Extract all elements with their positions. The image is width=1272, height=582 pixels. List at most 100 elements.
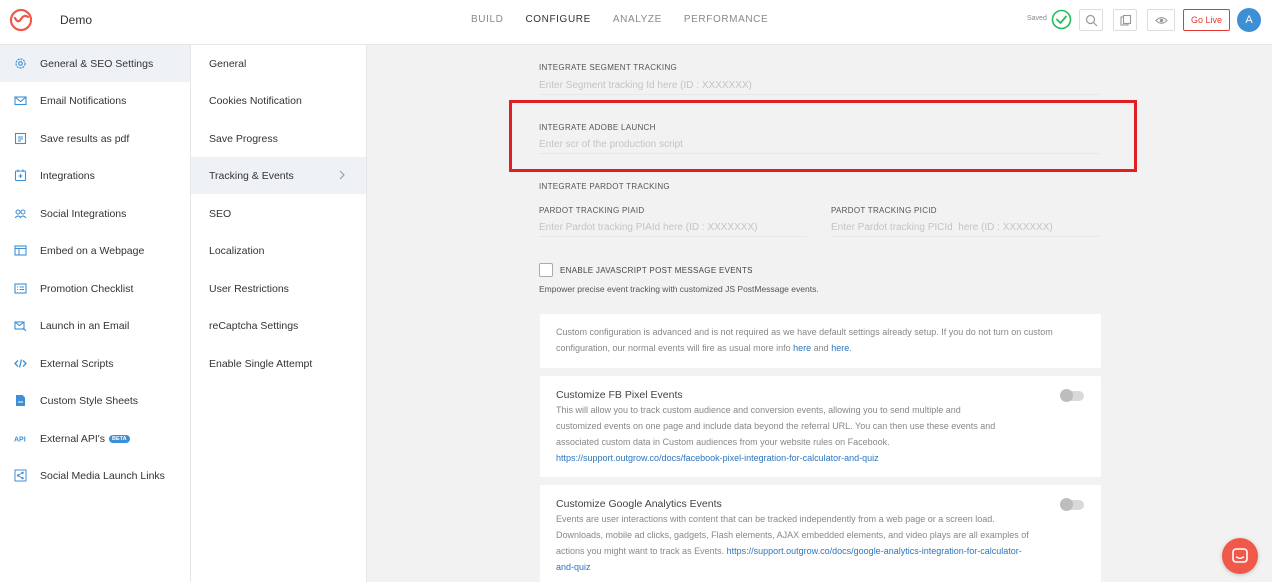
submenu-item-localization[interactable]: Localization [191,232,366,269]
submenu-item-user-restrictions[interactable]: User Restrictions [191,270,366,307]
sidebar-item-email-notifications[interactable]: Email Notifications [0,82,190,119]
custom-config-and: and [813,343,829,353]
chat-icon [1232,548,1248,563]
chat-launcher-button[interactable] [1222,538,1258,574]
chevron-right-icon [339,170,345,180]
more-info-link-2[interactable]: here [831,343,849,353]
more-info-link-1[interactable]: here [793,343,811,353]
fb-pixel-text: This will allow you to track custom audi… [556,405,996,447]
fb-pixel-card: Customize FB Pixel Events This will allo… [540,376,1101,477]
sidebar-item-general-seo[interactable]: General & SEO Settings [0,45,190,82]
sidebar-item-label: Promotion Checklist [40,282,134,295]
sidebar-item-label: Embed on a Webpage [40,244,145,257]
go-live-button[interactable]: Go Live [1183,9,1230,31]
sidebar-item-label: Social Media Launch Links [40,469,165,482]
sidebar-item-external-apis[interactable]: API External API's BETA [0,420,190,457]
embed-icon [14,245,27,256]
sidebar-item-label: External Scripts [40,357,114,370]
submenu-item-recaptcha[interactable]: reCaptcha Settings [191,307,366,344]
app-name: Demo [60,13,93,27]
api-icon: API [14,437,26,444]
integrations-icon [14,169,27,182]
ga-toggle[interactable] [1060,498,1084,511]
fb-pixel-toggle[interactable] [1060,389,1084,402]
main-nav: BUILD CONFIGURE ANALYZE PERFORMANCE [460,0,779,45]
js-events-description: Empower precise event tracking with cust… [539,284,819,294]
svg-text:API: API [14,437,26,444]
nav-build[interactable]: BUILD [460,0,514,45]
fb-pixel-description: This will allow you to track custom audi… [556,402,1001,466]
submenu-item-cookies[interactable]: Cookies Notification [191,82,366,119]
sidebar-item-save-pdf[interactable]: Save results as pdf [0,120,190,157]
pardot-piaid-input[interactable] [539,219,807,237]
nav-configure[interactable]: CONFIGURE [514,0,601,45]
search-button[interactable] [1079,9,1103,31]
outgrow-logo-icon[interactable] [8,7,34,33]
top-header: Demo BUILD CONFIGURE ANALYZE PERFORMANCE… [0,0,1272,45]
adobe-launch-label: INTEGRATE ADOBE LAUNCH [539,123,656,132]
share-icon [14,469,27,482]
segment-label: INTEGRATE SEGMENT TRACKING [539,63,678,72]
fb-pixel-title: Customize FB Pixel Events [556,389,683,401]
saved-check-icon [1051,9,1072,30]
fb-pixel-support-link[interactable]: https://support.outgrow.co/docs/facebook… [556,453,879,463]
sidebar-item-label: General & SEO Settings [40,57,154,70]
duplicate-button[interactable] [1113,9,1137,31]
ga-description: Events are user interactions with conten… [556,511,1029,575]
checklist-icon [14,283,27,294]
segment-tracking-input[interactable] [539,77,1100,95]
ga-title: Customize Google Analytics Events [556,498,722,510]
sidebar-item-external-scripts[interactable]: External Scripts [0,345,190,382]
user-avatar[interactable]: A [1237,8,1261,32]
search-icon [1085,14,1097,26]
launch-email-icon [14,321,27,332]
mail-icon [14,96,27,106]
preview-button[interactable] [1147,9,1175,31]
sidebar-item-promotion-checklist[interactable]: Promotion Checklist [0,270,190,307]
custom-config-text: Custom configuration is advanced and is … [556,324,1085,356]
submenu-item-seo[interactable]: SEO [191,195,366,232]
pardot-piaid-label: PARDOT TRACKING PIAID [539,206,645,215]
google-analytics-card: Customize Google Analytics Events Events… [540,485,1101,582]
pardot-picid-input[interactable] [831,219,1100,237]
js-events-label: ENABLE JAVASCRIPT POST MESSAGE EVENTS [560,266,753,275]
sidebar-item-label: Social Integrations [40,207,127,220]
settings-sidebar: General & SEO Settings Email Notificatio… [0,45,191,582]
social-icon [14,209,27,219]
pardot-label: INTEGRATE PARDOT TRACKING [539,182,670,191]
submenu-item-general[interactable]: General [191,45,366,82]
gear-icon [15,58,26,69]
sidebar-item-label: Launch in an Email [40,319,130,332]
tracking-events-panel: INTEGRATE SEGMENT TRACKING INTEGRATE ADO… [367,45,1272,582]
submenu-item-save-progress[interactable]: Save Progress [191,120,366,157]
js-events-checkbox[interactable] [539,263,553,277]
custom-config-note: Custom configuration is advanced and is … [540,314,1101,368]
saved-label: Saved [1027,15,1047,22]
code-icon [14,359,27,368]
nav-analyze[interactable]: ANALYZE [602,0,673,45]
nav-performance[interactable]: PERFORMANCE [673,0,779,45]
sidebar-item-launch-email[interactable]: Launch in an Email [0,307,190,344]
sidebar-item-label: Email Notifications [40,94,127,107]
beta-badge: BETA [109,434,130,443]
sidebar-item-integrations[interactable]: Integrations [0,157,190,194]
sidebar-item-social-integrations[interactable]: Social Integrations [0,195,190,232]
settings-submenu: General Cookies Notification Save Progre… [191,45,367,582]
eye-icon [1154,16,1168,24]
sidebar-item-label: External API's [40,432,106,445]
sidebar-item-custom-style-sheets[interactable]: Custom Style Sheets [0,382,190,419]
submenu-item-label: Tracking & Events [209,169,294,182]
sidebar-item-label: Integrations [40,169,95,182]
sidebar-item-label: Save results as pdf [40,132,130,145]
sidebar-item-social-media-launch[interactable]: Social Media Launch Links [0,457,190,494]
custom-config-end: . [849,343,852,353]
copy-icon [1119,14,1131,26]
sidebar-item-embed[interactable]: Embed on a Webpage [0,232,190,269]
adobe-launch-input[interactable] [539,136,1100,154]
submenu-item-tracking-events[interactable]: Tracking & Events [191,157,366,194]
submenu-item-single-attempt[interactable]: Enable Single Attempt [191,345,366,382]
css-file-icon [16,395,25,406]
sidebar-item-label: Custom Style Sheets [40,394,139,407]
pardot-picid-label: PARDOT TRACKING PICID [831,206,937,215]
pdf-icon [14,132,27,145]
